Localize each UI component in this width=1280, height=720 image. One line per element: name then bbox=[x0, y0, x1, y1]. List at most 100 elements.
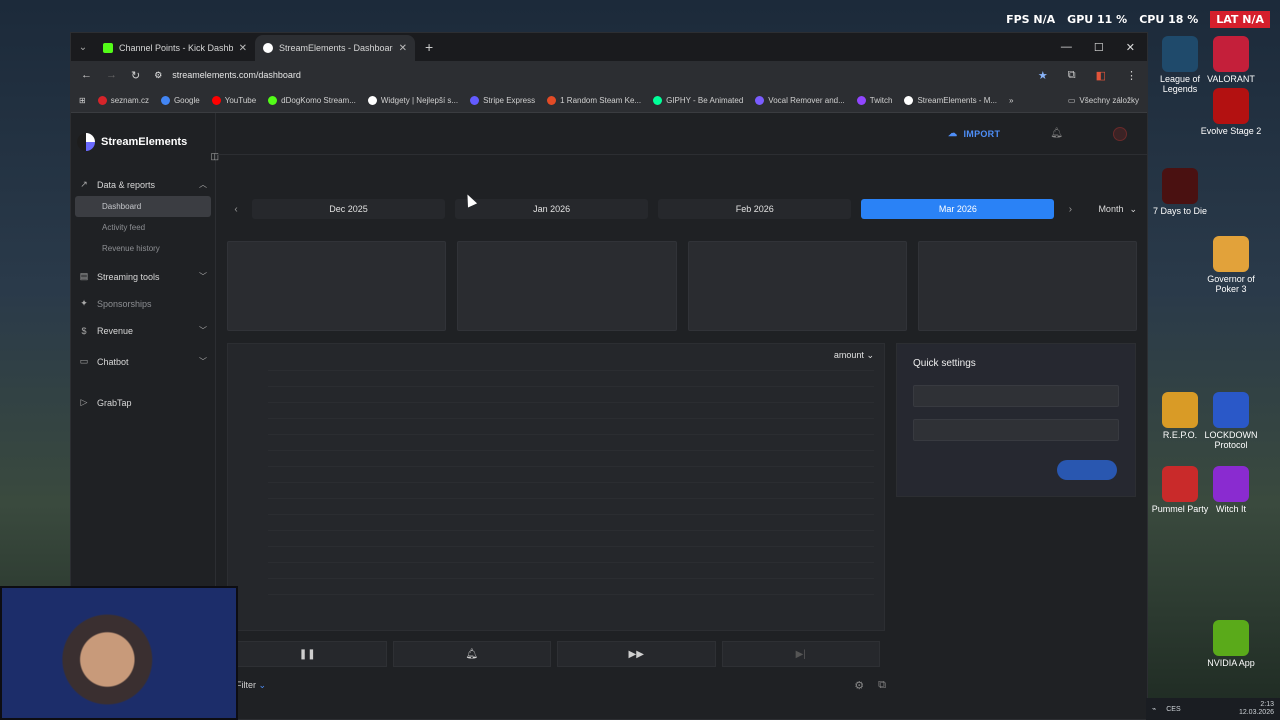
bookmark-item[interactable]: YouTube bbox=[211, 96, 256, 105]
site-info-icon[interactable]: ⚙ bbox=[154, 70, 162, 81]
sidebar-item-label: Sponsorships bbox=[97, 298, 152, 309]
bookmark-favicon-icon bbox=[211, 96, 221, 105]
url-field[interactable]: ⚙ streamelements.com/dashboard bbox=[154, 70, 1024, 81]
gpu-readout: GPU 11 % bbox=[1067, 12, 1128, 26]
sidebar-item-activity-feed[interactable]: Activity feed bbox=[71, 217, 215, 238]
desktop-shortcut[interactable]: Evolve Stage 2 bbox=[1199, 88, 1263, 136]
profile-icon[interactable]: ◧ bbox=[1096, 69, 1106, 82]
sidebar-item-data-reports[interactable]: ↗ Data & reports ︿ bbox=[71, 173, 215, 196]
bookmarks-bar: ⊞ seznam.cz Google YouTube dDogKomo Stream.… bbox=[71, 89, 1147, 113]
minimize-icon[interactable]: — bbox=[1061, 41, 1072, 54]
bookmark-item[interactable]: seznam.cz bbox=[97, 96, 149, 105]
bookmark-label: Twitch bbox=[869, 96, 893, 105]
user-avatar[interactable] bbox=[1113, 126, 1127, 141]
bookmark-item[interactable]: Stripe Express bbox=[470, 96, 535, 105]
bookmark-favicon-icon bbox=[470, 96, 480, 105]
bookmark-favicon-icon bbox=[856, 96, 866, 105]
kick-favicon-icon bbox=[103, 43, 113, 53]
period-feb-2026[interactable]: Feb 2026 bbox=[658, 199, 852, 219]
maximize-icon[interactable]: ☐ bbox=[1094, 41, 1104, 54]
prev-period-icon[interactable]: ‹ bbox=[230, 204, 242, 215]
app-icon bbox=[1213, 392, 1249, 428]
app-topbar: ☁ IMPORT 🔔︎ bbox=[216, 113, 1147, 155]
quick-settings-field[interactable] bbox=[913, 419, 1119, 441]
skip-button[interactable]: ▶▶ bbox=[557, 641, 716, 667]
notifications-bell-icon[interactable]: 🔔︎ bbox=[1050, 128, 1063, 139]
settings-gear-icon[interactable]: ⚙ bbox=[854, 679, 864, 692]
period-dec-2025[interactable]: Dec 2025 bbox=[252, 199, 446, 219]
network-icon[interactable]: ⌁ bbox=[1152, 705, 1156, 713]
bookmarks-overflow-icon[interactable]: » bbox=[1009, 96, 1013, 105]
toolbar-icons: ★ ⧉ ◧ ⋮ bbox=[1038, 69, 1137, 82]
dollar-icon: $ bbox=[81, 325, 87, 336]
chevron-down-icon: ﹀ bbox=[199, 357, 207, 366]
reload-icon[interactable]: ↻ bbox=[131, 69, 140, 82]
bookmark-item[interactable]: dDogKomo Stream... bbox=[268, 96, 356, 105]
import-button[interactable]: ☁ IMPORT bbox=[948, 128, 1000, 139]
period-jan-2026[interactable]: Jan 2026 bbox=[455, 199, 649, 219]
extensions-icon[interactable]: ⧉ bbox=[1068, 69, 1076, 82]
desktop-shortcut[interactable]: Governor of Poker 3 bbox=[1199, 236, 1263, 294]
close-window-icon[interactable]: ✕ bbox=[1126, 41, 1135, 54]
apps-grid-icon[interactable]: ⊞ bbox=[79, 96, 86, 105]
bookmark-item[interactable]: Vocal Remover and... bbox=[755, 96, 845, 105]
desktop-shortcut[interactable]: NVIDIA App bbox=[1199, 620, 1263, 668]
desktop-shortcut[interactable]: 7 Days to Die bbox=[1148, 168, 1212, 216]
dashboard-main: ☁ IMPORT 🔔︎ ‹ Dec 2025 Jan 2026 Feb 2026… bbox=[216, 113, 1147, 719]
keyboard-language[interactable]: CES bbox=[1166, 706, 1180, 713]
chevron-down-icon: ⌄ bbox=[866, 350, 874, 360]
bookmark-item[interactable]: 1 Random Steam Ke... bbox=[547, 96, 641, 105]
desktop-shortcut[interactable]: LOCKDOWN Protocol bbox=[1199, 392, 1263, 450]
skip-end-button[interactable]: ▶| bbox=[721, 641, 880, 667]
granularity-dropdown[interactable]: Month ⌄ bbox=[1086, 204, 1137, 215]
quick-settings-field[interactable] bbox=[913, 385, 1119, 407]
streamelements-logo-icon bbox=[77, 133, 95, 151]
stat-card-loading bbox=[917, 241, 1137, 331]
tab-kick[interactable]: Channel Points - Kick Dashboa ✕ bbox=[95, 35, 255, 61]
bookmark-star-icon[interactable]: ★ bbox=[1038, 69, 1048, 82]
performance-overlay: FPS N/A GPU 11 % CPU 18 % LAT N/A bbox=[1006, 10, 1270, 28]
next-period-icon[interactable]: › bbox=[1064, 204, 1076, 215]
quick-settings-save-button[interactable] bbox=[1057, 460, 1117, 480]
desktop-shortcut-label: 7 Days to Die bbox=[1152, 206, 1208, 216]
desktop-shortcut-label: Governor of Poker 3 bbox=[1207, 274, 1255, 294]
sidebar-item-grabtap[interactable]: ▷ GrabTap bbox=[71, 391, 215, 414]
close-icon[interactable]: ✕ bbox=[239, 43, 247, 54]
brand-logo[interactable]: StreamElements bbox=[71, 113, 215, 151]
quick-settings-title: Quick settings bbox=[913, 358, 976, 369]
sidebar-item-dashboard[interactable]: Dashboard bbox=[75, 196, 211, 217]
chevron-down-icon: ⌄ bbox=[258, 680, 267, 690]
desktop-shortcut[interactable]: VALORANT bbox=[1199, 36, 1263, 84]
app-icon bbox=[1162, 168, 1198, 204]
all-bookmarks-folder[interactable]: ▭ Všechny záložky bbox=[1068, 96, 1139, 105]
system-clock[interactable]: 2:13 12.03.2026 bbox=[1239, 701, 1274, 717]
new-tab-icon[interactable]: + bbox=[415, 39, 443, 55]
popout-icon[interactable]: ⧉ bbox=[878, 679, 886, 692]
bookmark-item[interactable]: StreamElements - M... bbox=[904, 96, 997, 105]
sidebar-item-sponsorships[interactable]: ✦ Sponsorships bbox=[71, 292, 215, 315]
back-icon[interactable]: ← bbox=[81, 69, 92, 81]
sidebar-item-revenue-history[interactable]: Revenue history bbox=[71, 238, 215, 259]
pause-button[interactable]: ❚❚ bbox=[228, 641, 387, 667]
forward-icon[interactable]: → bbox=[106, 69, 117, 81]
pause-icon: ❚❚ bbox=[298, 649, 316, 660]
sidebar-item-chatbot[interactable]: ▭ Chatbot ﹀ bbox=[71, 350, 215, 373]
close-icon[interactable]: ✕ bbox=[399, 43, 407, 54]
bookmark-item[interactable]: GIPHY - Be Animated bbox=[653, 96, 743, 105]
bookmark-item[interactable]: Google bbox=[160, 96, 200, 105]
activity-filter-row: Filter ⌄ ⚙ ⧉ bbox=[236, 679, 886, 692]
chart-sort-dropdown[interactable]: amount ⌄ bbox=[834, 350, 874, 361]
sidebar-item-streaming-tools[interactable]: ▤ Streaming tools ﹀ bbox=[71, 265, 215, 288]
period-selector: ‹ Dec 2025 Jan 2026 Feb 2026 Mar 2026 › … bbox=[230, 199, 1137, 219]
mute-alerts-button[interactable]: 🔔︎ bbox=[392, 641, 551, 667]
menu-icon[interactable]: ⋮ bbox=[1126, 69, 1137, 82]
tab-streamelements[interactable]: StreamElements - Dashboard ✕ bbox=[255, 35, 415, 61]
sidebar-item-revenue[interactable]: $ Revenue ﹀ bbox=[71, 319, 215, 342]
desktop-shortcut[interactable]: Witch It bbox=[1199, 466, 1263, 514]
bookmark-item[interactable]: Twitch bbox=[856, 96, 893, 105]
tab-search-icon[interactable]: ⌄ bbox=[71, 42, 95, 53]
period-mar-2026[interactable]: Mar 2026 bbox=[861, 199, 1055, 219]
filter-dropdown[interactable]: Filter ⌄ bbox=[236, 680, 266, 691]
bookmark-item[interactable]: Widgety | Nejlepší s... bbox=[367, 96, 458, 105]
app-icon bbox=[1213, 466, 1249, 502]
